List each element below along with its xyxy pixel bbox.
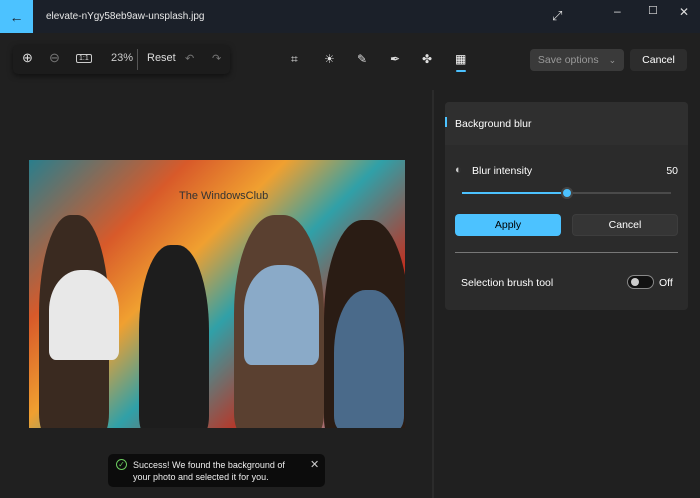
background-blur-icon[interactable]: ▦ bbox=[455, 52, 466, 66]
markup-icon[interactable]: ✎ bbox=[357, 52, 367, 66]
slider-thumb[interactable] bbox=[560, 187, 573, 199]
success-toast: ✓ Success! We found the background of yo… bbox=[108, 454, 325, 487]
selection-brush-toggle[interactable] bbox=[627, 275, 654, 289]
background-blur-card: Background blur ◐ Blur intensity 50 Appl… bbox=[445, 102, 688, 310]
back-button[interactable]: ← bbox=[0, 0, 33, 33]
close-button[interactable]: ✕ bbox=[679, 5, 689, 19]
chevron-down-icon: ⌄ bbox=[608, 54, 617, 65]
save-options-button[interactable]: Save options ⌄ bbox=[530, 49, 624, 71]
apply-button[interactable]: Apply bbox=[455, 214, 561, 236]
zoom-toolbar: ⊕ ⊖ 1:1 23% Reset ↶ ↷ bbox=[13, 45, 230, 74]
divider bbox=[137, 49, 138, 70]
check-circle-icon: ✓ bbox=[116, 459, 127, 470]
panel-cancel-button[interactable]: Cancel bbox=[572, 214, 678, 236]
slider-fill bbox=[462, 192, 567, 194]
selection-brush-label: Selection brush tool bbox=[461, 277, 554, 289]
contrast-icon: ◐ bbox=[455, 164, 462, 176]
card-header: Background blur bbox=[445, 102, 688, 145]
zoom-out-icon[interactable]: ⊖ bbox=[49, 50, 60, 66]
toggle-state: Off bbox=[659, 277, 673, 289]
window-title: elevate-nYgy58eb9aw-unsplash.jpg bbox=[46, 11, 205, 22]
crop-icon[interactable]: ⌗ bbox=[291, 52, 298, 67]
separator bbox=[455, 252, 678, 253]
actual-size-icon[interactable]: 1:1 bbox=[76, 54, 92, 63]
undo-icon[interactable]: ↶ bbox=[185, 52, 194, 65]
minimize-button[interactable]: – bbox=[614, 4, 621, 18]
active-tool-indicator bbox=[456, 70, 466, 72]
cancel-button[interactable]: Cancel bbox=[630, 49, 687, 71]
expand-icon[interactable]: ⤢ bbox=[552, 8, 562, 24]
blur-intensity-label: Blur intensity bbox=[472, 165, 533, 177]
zoom-in-icon[interactable]: ⊕ bbox=[22, 50, 33, 66]
zoom-level: 23% bbox=[111, 52, 134, 64]
save-options-label: Save options bbox=[537, 54, 599, 66]
watermark: The WindowsClub bbox=[179, 190, 269, 202]
draw-icon[interactable]: ✒ bbox=[390, 52, 400, 66]
redo-icon[interactable]: ↷ bbox=[212, 52, 221, 65]
accent-bar bbox=[445, 117, 447, 127]
back-arrow-icon: ← bbox=[9, 8, 24, 25]
blur-intensity-value: 50 bbox=[666, 165, 678, 177]
title-bar: ← elevate-nYgy58eb9aw-unsplash.jpg ⤢ – ☐… bbox=[0, 0, 700, 33]
maximize-button[interactable]: ☐ bbox=[648, 4, 658, 17]
close-toast-icon[interactable]: ✕ bbox=[310, 458, 319, 471]
reset-button[interactable]: Reset bbox=[147, 52, 176, 64]
panel-title: Background blur bbox=[455, 118, 532, 130]
photo[interactable]: The WindowsClub bbox=[29, 160, 405, 428]
toast-message: Success! We found the background of your… bbox=[133, 460, 285, 482]
brightness-icon[interactable]: ☀ bbox=[324, 52, 335, 66]
filter-icon[interactable]: ✤ bbox=[422, 52, 432, 66]
blur-slider[interactable] bbox=[462, 187, 671, 199]
